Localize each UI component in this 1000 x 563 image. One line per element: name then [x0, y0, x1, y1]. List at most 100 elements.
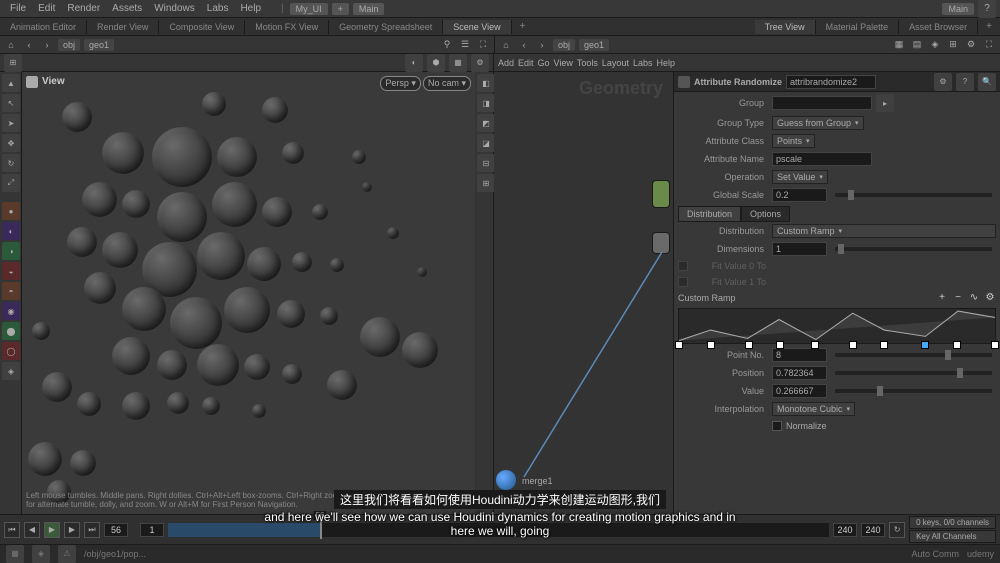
point-no-field[interactable]: [772, 348, 827, 362]
display-icon-1[interactable]: ◐: [405, 54, 423, 72]
cursor-icon[interactable]: ↖: [2, 94, 20, 112]
net-menu-edit[interactable]: Edit: [518, 58, 534, 68]
node-name-field[interactable]: [786, 75, 876, 89]
tab-plus-right[interactable]: +: [978, 19, 1000, 34]
tool-f-icon[interactable]: ◈: [2, 362, 20, 380]
help-icon[interactable]: ?: [978, 0, 996, 18]
position-field[interactable]: [772, 366, 827, 380]
scale-icon[interactable]: ⤢: [2, 174, 20, 192]
back-icon-r[interactable]: ‹: [517, 38, 531, 52]
camera-dropdown[interactable]: Persp ▾: [380, 76, 421, 91]
current-frame-field[interactable]: [104, 523, 128, 537]
tab-tree-view[interactable]: Tree View: [755, 20, 816, 34]
move-icon[interactable]: ✥: [2, 134, 20, 152]
last-frame-button[interactable]: ⏭: [84, 522, 100, 538]
group-type-dropdown[interactable]: Guess from Group: [772, 116, 864, 130]
net-menu-tools[interactable]: Tools: [577, 58, 598, 68]
prev-frame-button[interactable]: ◀: [24, 522, 40, 538]
3d-viewport[interactable]: View Persp ▾ No cam ▾: [22, 72, 475, 514]
menu-render[interactable]: Render: [61, 3, 106, 14]
sculpt-icon[interactable]: ◐: [2, 222, 20, 240]
param-gear-icon[interactable]: ⚙: [934, 73, 952, 91]
options-tab[interactable]: Options: [741, 206, 790, 222]
node-type-icon[interactable]: [678, 76, 690, 88]
status-icon-3[interactable]: ⚠: [58, 545, 76, 563]
group-field[interactable]: [772, 96, 872, 110]
desktop-plus[interactable]: +: [332, 3, 349, 15]
home-icon[interactable]: ⌂: [4, 38, 18, 52]
group-picker-icon[interactable]: ▸: [876, 94, 894, 112]
end-frame-field-2[interactable]: [861, 523, 885, 537]
ramp-remove-icon[interactable]: −: [952, 292, 964, 304]
menu-labs[interactable]: Labs: [201, 3, 235, 14]
point-no-slider[interactable]: [835, 353, 992, 357]
tab-plus-left[interactable]: +: [512, 19, 534, 34]
start-frame-field[interactable]: [140, 523, 164, 537]
tool-icon-4[interactable]: ⊞: [946, 38, 960, 52]
operation-dropdown[interactable]: Set Value: [772, 170, 828, 184]
tool-icon-2[interactable]: ▤: [910, 38, 924, 52]
node-grey[interactable]: [652, 232, 670, 254]
distribution-tab[interactable]: Distribution: [678, 206, 741, 222]
tab-geometry-spreadsheet[interactable]: Geometry Spreadsheet: [329, 20, 443, 34]
display-icon-2[interactable]: ⬢: [427, 54, 445, 72]
expand-icon[interactable]: ⛶: [476, 38, 490, 52]
net-menu-layout[interactable]: Layout: [602, 58, 629, 68]
next-frame-button[interactable]: ▶: [64, 522, 80, 538]
tab-render-view[interactable]: Render View: [87, 20, 159, 34]
disp-icon-1[interactable]: ◧: [477, 74, 495, 92]
pin-icon[interactable]: ⚲: [440, 38, 454, 52]
node-merge[interactable]: [496, 470, 516, 490]
disp-icon-4[interactable]: ◪: [477, 134, 495, 152]
menu-file[interactable]: File: [4, 3, 32, 14]
global-scale-field[interactable]: [772, 188, 827, 202]
tab-composite-view[interactable]: Composite View: [159, 20, 245, 34]
ramp-curve-icon[interactable]: ∿: [968, 292, 980, 304]
menu-edit[interactable]: Edit: [32, 3, 61, 14]
menu-windows[interactable]: Windows: [148, 3, 201, 14]
attr-name-field[interactable]: [772, 152, 872, 166]
first-frame-button[interactable]: ⏮: [4, 522, 20, 538]
disp-icon-2[interactable]: ◨: [477, 94, 495, 112]
key-all-button[interactable]: Key All Channels: [909, 530, 996, 543]
select-tool-icon[interactable]: ▲: [2, 74, 20, 92]
disp-icon-6[interactable]: ⊞: [477, 174, 495, 192]
node-green[interactable]: [652, 180, 670, 208]
loop-button[interactable]: ↻: [889, 522, 905, 538]
value-field[interactable]: [772, 384, 827, 398]
grid-icon[interactable]: ⊞: [4, 54, 22, 72]
path-geo1[interactable]: geo1: [84, 39, 114, 51]
rotate-icon[interactable]: ↻: [2, 154, 20, 172]
global-scale-slider[interactable]: [835, 193, 992, 197]
normalize-checkbox[interactable]: [772, 421, 782, 431]
path-geo1-r[interactable]: geo1: [579, 39, 609, 51]
main-tag[interactable]: Main: [353, 3, 385, 15]
tab-animation-editor[interactable]: Animation Editor: [0, 20, 87, 34]
disp-icon-3[interactable]: ◩: [477, 114, 495, 132]
tool-e-icon[interactable]: ◯: [2, 342, 20, 360]
position-slider[interactable]: [835, 371, 992, 375]
right-main-tag[interactable]: Main: [942, 3, 974, 15]
tool-d-icon[interactable]: ⬤: [2, 322, 20, 340]
menu-icon[interactable]: ☰: [458, 38, 472, 52]
tool-b-icon[interactable]: ◓: [2, 282, 20, 300]
desktop-dropdown[interactable]: My_UI: [290, 3, 328, 15]
value-slider[interactable]: [835, 389, 992, 393]
auto-commit-label[interactable]: Auto Comm: [911, 549, 959, 559]
tab-scene-view[interactable]: Scene View: [443, 20, 511, 34]
path-obj-r[interactable]: obj: [553, 39, 575, 51]
timeline-track[interactable]: 56: [168, 523, 829, 537]
ramp-add-icon[interactable]: +: [936, 292, 948, 304]
menu-help[interactable]: Help: [234, 3, 267, 14]
home-icon-r[interactable]: ⌂: [499, 38, 513, 52]
net-menu-add[interactable]: Add: [498, 58, 514, 68]
distribution-dropdown[interactable]: Custom Ramp: [772, 224, 996, 238]
net-menu-view[interactable]: View: [554, 58, 573, 68]
net-menu-labs[interactable]: Labs: [633, 58, 653, 68]
param-help-icon[interactable]: ?: [956, 73, 974, 91]
gear-icon[interactable]: ⚙: [471, 54, 489, 72]
fit1-checkbox[interactable]: [678, 277, 688, 287]
dimensions-slider[interactable]: [835, 247, 992, 251]
tool-icon-5[interactable]: ⚙: [964, 38, 978, 52]
tool-icon-3[interactable]: ◈: [928, 38, 942, 52]
